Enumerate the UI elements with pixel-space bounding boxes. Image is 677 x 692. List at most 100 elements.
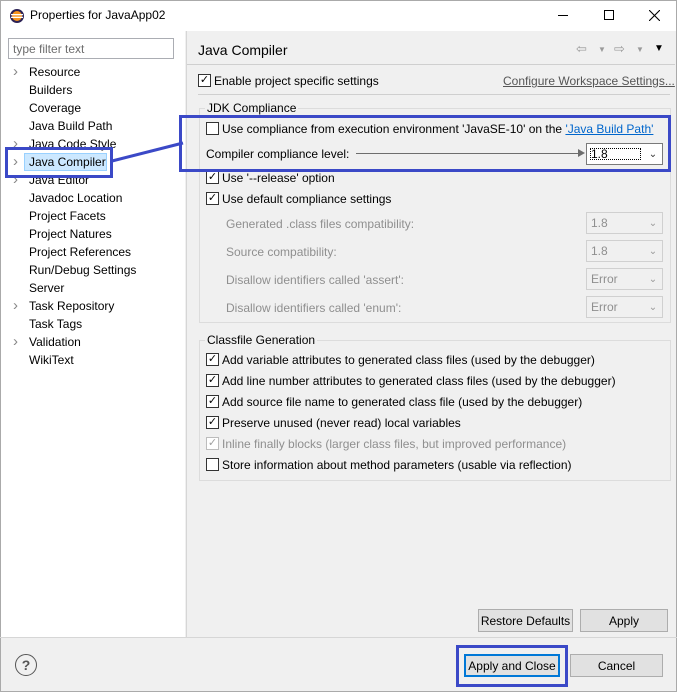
source-compat-select[interactable]: 1.8 ⌄ [586, 240, 663, 262]
sidebar-item-label: Coverage [29, 101, 82, 115]
sidebar-item[interactable]: Project Natures [0, 225, 184, 243]
header-separator [187, 64, 675, 65]
chevron-right-icon[interactable]: › [13, 63, 18, 81]
classfile-option-checkbox[interactable]: ✓ [206, 437, 219, 450]
enable-project-settings-checkbox[interactable]: ✓ [198, 74, 211, 87]
generated-class-select[interactable]: 1.8 ⌄ [586, 212, 663, 234]
sidebar-item[interactable]: Run/Debug Settings [0, 261, 184, 279]
sidebar-item[interactable]: WikiText [0, 351, 184, 369]
source-compat-value: 1.8 [591, 244, 608, 258]
chevron-down-icon: ⌄ [648, 301, 658, 313]
callout-box-apply-and-close [456, 645, 568, 687]
configure-workspace-link[interactable]: Configure Workspace Settings... [503, 74, 675, 88]
sidebar-item-label: Project Natures [29, 227, 112, 241]
sidebar-item-label: Javadoc Location [29, 191, 123, 205]
help-icon: ? [21, 657, 31, 673]
classfile-option-label: Add source file name to generated class … [222, 395, 583, 409]
apply-button[interactable]: Apply [580, 609, 668, 632]
callout-connector [111, 141, 184, 163]
sidebar-item[interactable]: Coverage [0, 99, 184, 117]
disallow-enum-value: Error [591, 300, 618, 314]
generated-class-value: 1.8 [591, 216, 608, 230]
forward-dropdown[interactable]: ▼ [636, 45, 644, 61]
sidebar-item-label: Task Tags [29, 317, 83, 331]
enable-project-settings-label: Enable project specific settings [214, 74, 379, 88]
sidebar-item[interactable]: Javadoc Location [0, 189, 184, 207]
chevron-right-icon[interactable]: › [13, 297, 18, 315]
classfile-option-checkbox[interactable] [206, 458, 219, 471]
sidebar-item[interactable]: › Validation [0, 333, 184, 351]
view-menu-button[interactable]: ▼ [654, 43, 664, 59]
sidebar-item-label: Server [29, 281, 65, 295]
classfile-generation-title: Classfile Generation [205, 333, 318, 347]
classfile-option-checkbox[interactable]: ✓ [206, 353, 219, 366]
disallow-assert-label: Disallow identifiers called 'assert': [226, 273, 404, 287]
sidebar-item[interactable]: Java Build Path [0, 117, 184, 135]
minimize-button[interactable] [540, 0, 586, 30]
use-default-compliance-label: Use default compliance settings [222, 192, 392, 206]
disallow-assert-select[interactable]: Error ⌄ [586, 268, 663, 290]
sidebar-item[interactable]: Server [0, 279, 184, 297]
back-dropdown[interactable]: ▼ [598, 45, 606, 61]
sidebar-item-label: Builders [29, 83, 73, 97]
use-default-compliance-checkbox[interactable]: ✓ [206, 192, 219, 205]
sidebar-item-label: Project References [29, 245, 132, 259]
callout-box-compliance [179, 115, 671, 172]
cancel-button[interactable]: Cancel [570, 654, 663, 677]
sidebar-item[interactable]: Builders [0, 81, 184, 99]
classfile-option-checkbox[interactable]: ✓ [206, 395, 219, 408]
classfile-option-checkbox[interactable]: ✓ [206, 416, 219, 429]
use-release-label: Use '--release' option [222, 171, 335, 185]
check-icon: ✓ [207, 395, 218, 407]
check-icon: ✓ [207, 192, 218, 204]
close-button[interactable] [631, 0, 677, 30]
chevron-down-icon: ▼ [598, 45, 606, 54]
sidebar-item[interactable]: › Task Repository [0, 297, 184, 315]
help-button[interactable]: ? [15, 654, 37, 676]
classfile-option-label: Store information about method parameter… [222, 458, 572, 472]
disallow-enum-select[interactable]: Error ⌄ [586, 296, 663, 318]
generated-class-label: Generated .class files compatibility: [226, 217, 415, 231]
chevron-right-icon[interactable]: › [13, 333, 18, 351]
restore-defaults-button[interactable]: Restore Defaults [478, 609, 573, 632]
forward-arrow-icon: ⇨ [614, 41, 625, 56]
sidebar-item[interactable]: Project References [0, 243, 184, 261]
chevron-down-icon: ▼ [636, 45, 644, 54]
back-button[interactable]: ⇦ [576, 41, 587, 57]
sidebar-item[interactable]: Task Tags [0, 315, 184, 333]
maximize-icon [604, 10, 614, 20]
check-icon: ✓ [207, 374, 218, 386]
classfile-option-label: Inline finally blocks (larger class file… [222, 437, 567, 451]
sidebar-item[interactable]: › Resource [0, 63, 184, 81]
filter-input[interactable] [8, 38, 174, 59]
menu-dropdown-icon: ▼ [654, 43, 664, 54]
maximize-button[interactable] [586, 0, 632, 30]
forward-button[interactable]: ⇨ [614, 41, 625, 57]
classfile-option-checkbox[interactable]: ✓ [206, 374, 219, 387]
classfile-option-label: Add variable attributes to generated cla… [222, 353, 595, 367]
close-icon [648, 9, 660, 21]
check-icon: ✓ [207, 416, 218, 428]
check-icon: ✓ [207, 437, 218, 449]
source-compat-label: Source compatibility: [226, 245, 337, 259]
sidebar-item-label: Validation [29, 335, 81, 349]
chevron-down-icon: ⌄ [648, 245, 658, 257]
minimize-icon [558, 14, 568, 16]
check-icon: ✓ [207, 353, 218, 365]
sidebar-item-label: Java Build Path [29, 119, 113, 133]
window-title: Properties for JavaApp02 [30, 8, 166, 22]
sidebar-item-label: Run/Debug Settings [29, 263, 137, 277]
use-release-checkbox[interactable]: ✓ [206, 171, 219, 184]
sidebar-item-label: Task Repository [29, 299, 115, 313]
disallow-enum-label: Disallow identifiers called 'enum': [226, 301, 402, 315]
classfile-option-label: Add line number attributes to generated … [222, 374, 616, 388]
jdk-compliance-title: JDK Compliance [205, 101, 299, 115]
chevron-down-icon: ⌄ [648, 273, 658, 285]
check-icon: ✓ [199, 74, 210, 86]
sidebar-item-label: Project Facets [29, 209, 106, 223]
classfile-option-label: Preserve unused (never read) local varia… [222, 416, 461, 430]
sidebar-item[interactable]: Project Facets [0, 207, 184, 225]
back-arrow-icon: ⇦ [576, 41, 587, 56]
disallow-assert-value: Error [591, 272, 618, 286]
eclipse-icon [9, 8, 25, 24]
